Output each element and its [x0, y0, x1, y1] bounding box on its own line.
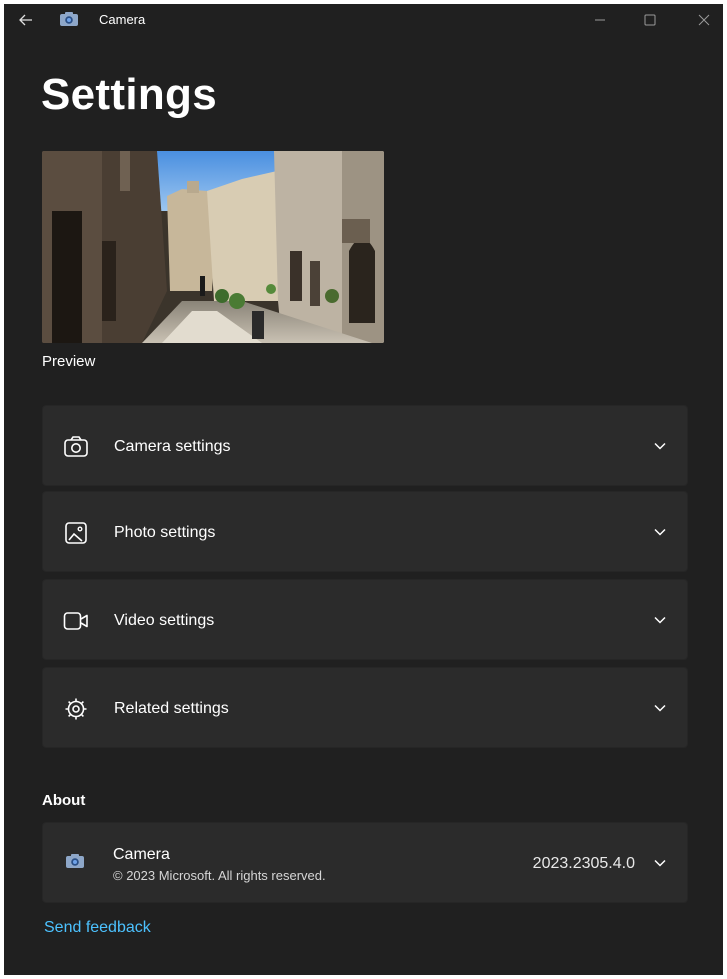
about-copyright: © 2023 Microsoft. All rights reserved. — [113, 868, 326, 883]
photo-settings-card[interactable]: Photo settings — [42, 491, 688, 572]
app-version: 2023.2305.4.0 — [532, 855, 635, 872]
camera-preview-image — [42, 151, 384, 343]
about-card[interactable]: Camera © 2023 Microsoft. All rights rese… — [42, 822, 688, 903]
about-app-name: Camera — [113, 846, 170, 863]
camera-settings-card[interactable]: Camera settings — [42, 405, 688, 486]
related-settings-label: Related settings — [114, 700, 229, 717]
close-icon[interactable] — [684, 4, 723, 36]
video-settings-label: Video settings — [114, 612, 215, 629]
video-settings-card[interactable]: Video settings — [42, 579, 688, 660]
maximize-icon[interactable] — [630, 4, 670, 36]
minimize-icon[interactable] — [580, 4, 620, 36]
chevron-down-icon[interactable] — [653, 525, 667, 539]
chevron-down-icon[interactable] — [653, 856, 667, 870]
photo-icon — [63, 520, 89, 546]
chevron-down-icon[interactable] — [653, 701, 667, 715]
chevron-down-icon[interactable] — [653, 439, 667, 453]
about-heading: About — [42, 792, 86, 809]
chevron-down-icon[interactable] — [653, 613, 667, 627]
camera-icon — [63, 434, 89, 460]
related-settings-card[interactable]: Related settings — [42, 667, 688, 748]
page-title: Settings — [41, 70, 217, 119]
camera-settings-label: Camera settings — [114, 438, 231, 455]
back-arrow-icon[interactable] — [14, 10, 40, 30]
camera-settings-window: Camera Settings Preview Camera settings … — [4, 4, 723, 975]
photo-settings-label: Photo settings — [114, 524, 216, 541]
send-feedback-link[interactable]: Send feedback — [44, 919, 151, 937]
gear-icon — [63, 696, 89, 722]
title-bar: Camera — [4, 4, 723, 36]
camera-app-icon — [65, 853, 85, 869]
preview-label: Preview — [42, 353, 96, 370]
video-icon — [63, 608, 89, 634]
window-title: Camera — [99, 12, 146, 27]
camera-app-icon — [59, 11, 79, 27]
